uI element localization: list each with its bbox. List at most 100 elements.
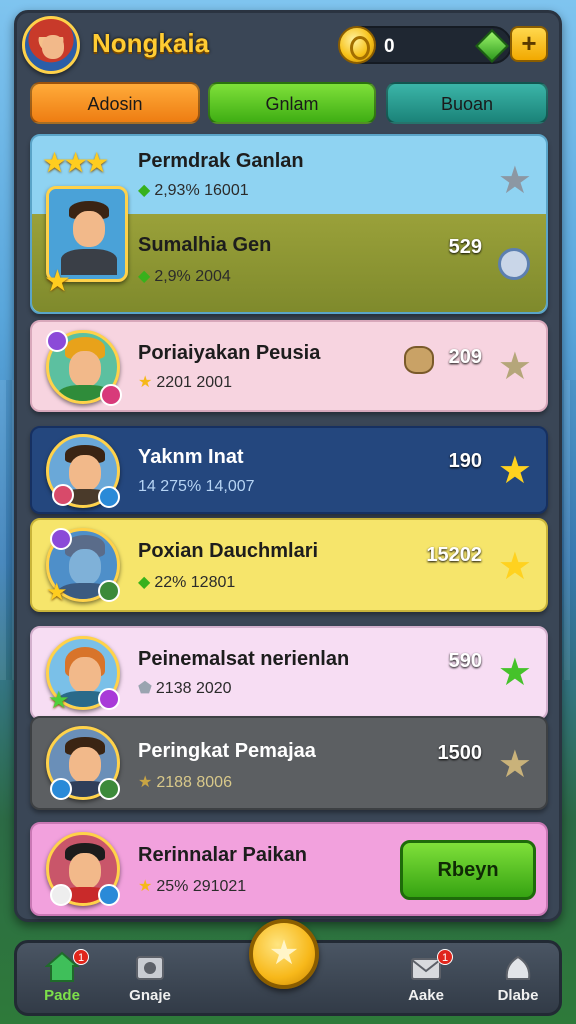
player-stats-text: 2201 2001 xyxy=(156,374,232,391)
class-icon xyxy=(98,884,120,906)
player-name: Yaknm Inat xyxy=(138,446,244,468)
face xyxy=(73,211,105,247)
tan-star-icon[interactable]: ★ xyxy=(498,746,532,784)
green-star-icon: ★ xyxy=(48,687,70,714)
tab-buoan[interactable]: Buoan xyxy=(386,82,548,124)
player-name: Poriaiyakan Peusia xyxy=(138,342,321,364)
notification-badge: 1 xyxy=(73,949,89,965)
nav-aake[interactable]: 1 Aake xyxy=(381,949,471,1004)
player-stats: ★ 2201 2001 xyxy=(138,372,232,392)
gem-icon: ◆ xyxy=(138,182,151,199)
leaderboard-row[interactable]: Poriaiyakan Peusia ★ 2201 2001 209 ★ xyxy=(30,320,548,412)
player-name: Permdrak Ganlan xyxy=(138,150,304,172)
player-score: 190 xyxy=(448,450,482,472)
player-stats: ⬟ 2138 2020 xyxy=(138,678,232,698)
nav-label: Gnaje xyxy=(129,987,171,1004)
top-bar: Nongkaia 0 + xyxy=(22,16,554,74)
tab-adosin[interactable]: Adosin xyxy=(30,82,200,124)
player-stats: ◆ 22% 12801 xyxy=(138,572,235,592)
class-icon xyxy=(98,778,120,800)
face xyxy=(69,657,101,693)
leaderboard-row[interactable]: Rerinnalar Paikan ★ 25% 291021 Rbeyn xyxy=(30,822,548,916)
player-score: 529 xyxy=(448,236,482,258)
player-stats-text: 22% 12801 xyxy=(154,574,236,591)
center-star-button[interactable]: ★ xyxy=(249,919,319,989)
player-score: 590 xyxy=(448,650,482,672)
player-stats-text: 2,93% 16001 xyxy=(154,182,249,199)
class-icon xyxy=(52,484,74,506)
green-star-icon[interactable]: ★ xyxy=(498,654,532,692)
player-stats: ★ 2188 8006 xyxy=(138,772,232,792)
play-button[interactable]: Rbeyn xyxy=(400,840,536,900)
player-avatar[interactable] xyxy=(22,16,80,74)
grey-star-icon[interactable]: ★ xyxy=(498,162,532,200)
rank-star-icon: ★ xyxy=(46,579,68,606)
star-icon: ★ xyxy=(138,774,153,791)
player-stats-text: 2138 2020 xyxy=(155,680,232,697)
gem-icon: ◆ xyxy=(138,268,151,285)
notification-badge: 1 xyxy=(437,949,453,965)
leaderboard-row[interactable]: ★ Peinemalsat nerienlan ⬟ 2138 2020 590 ★ xyxy=(30,626,548,720)
camera-icon xyxy=(136,956,164,980)
player-name: Peringkat Pemajaa xyxy=(138,740,316,762)
gem-icon: ◆ xyxy=(138,574,151,591)
player-score: 1500 xyxy=(437,742,483,764)
player-stats-text: 2188 8006 xyxy=(156,774,232,791)
olive-star-icon[interactable]: ★ xyxy=(498,348,532,386)
face xyxy=(69,549,101,585)
player-stats: ◆ 2,9% 2004 xyxy=(138,266,231,286)
leaderboard-row[interactable]: ★ Poxian Dauchmlari ◆ 22% 12801 15202 ★ xyxy=(30,518,548,612)
face xyxy=(69,747,101,783)
nav-label: Aake xyxy=(408,987,444,1004)
shield-icon: ⬟ xyxy=(138,680,152,697)
class-icon xyxy=(50,528,72,550)
face xyxy=(69,455,101,491)
class-icon xyxy=(98,580,120,602)
nav-label: Pade xyxy=(44,987,80,1004)
add-currency-button[interactable]: + xyxy=(510,26,548,62)
player-stats: 14 275% 14,007 xyxy=(138,478,255,495)
gold-star-icon[interactable]: ★ xyxy=(498,452,532,490)
class-icon xyxy=(98,486,120,508)
game-title: Nongkaia xyxy=(92,28,210,58)
bottom-navigation: 1 Pade Gnaje ★ 1 Aake Dlabe xyxy=(14,919,563,1016)
face xyxy=(69,853,101,889)
star-icon: ★ xyxy=(138,374,153,391)
leaderboard-row[interactable]: Peringkat Pemajaa ★ 2188 8006 1500 ★ xyxy=(30,716,548,810)
tab-gnlam[interactable]: Gnlam xyxy=(208,82,376,124)
player-name: Sumalhia Gen xyxy=(138,234,272,256)
player-stats: ◆ 2,93% 16001 xyxy=(138,180,249,200)
gold-star-icon[interactable]: ★ xyxy=(498,548,532,586)
class-icon xyxy=(50,778,72,800)
nav-dlabe[interactable]: Dlabe xyxy=(473,951,563,1004)
coin-count: 0 xyxy=(384,36,395,57)
star-icon: ★ xyxy=(138,878,153,895)
class-icon xyxy=(46,330,68,352)
face xyxy=(69,351,101,387)
class-icon xyxy=(50,884,72,906)
leaderboard-row[interactable]: Yaknm Inat 14 275% 14,007 190 ★ xyxy=(30,426,548,514)
nav-home[interactable]: 1 Pade xyxy=(17,949,107,1004)
three-stars-icon: ★★★ xyxy=(42,147,109,178)
player-stats-text: 2,9% 2004 xyxy=(154,268,231,285)
creature-icon xyxy=(404,346,434,374)
player-name: Peinemalsat nerienlan xyxy=(138,648,350,670)
currency-bar: 0 xyxy=(338,26,512,64)
target-badge-icon[interactable] xyxy=(498,248,530,280)
player-score: 209 xyxy=(448,346,482,368)
nav-label: Dlabe xyxy=(497,987,539,1004)
player-name: Poxian Dauchmlari xyxy=(138,540,319,562)
bag-icon xyxy=(505,955,531,980)
gem-icon xyxy=(475,29,509,63)
player-stats: ★ 25% 291021 xyxy=(138,876,246,896)
face-icon xyxy=(42,35,64,59)
class-icon xyxy=(100,384,122,406)
rank-star-icon: ★ xyxy=(44,265,71,298)
leaderboard-row[interactable]: ★★★ Permdrak Ganlan ◆ 2,93% 16001 ★ Sumal… xyxy=(30,134,548,314)
player-score: 15202 xyxy=(426,544,482,566)
player-stats-text: 25% 291021 xyxy=(156,878,247,895)
class-icon xyxy=(98,688,120,710)
nav-gnaje[interactable]: Gnaje xyxy=(105,951,195,1004)
tab-bar: Adosin Gnlam Buoan xyxy=(30,82,548,124)
player-name: Rerinnalar Paikan xyxy=(138,844,307,866)
